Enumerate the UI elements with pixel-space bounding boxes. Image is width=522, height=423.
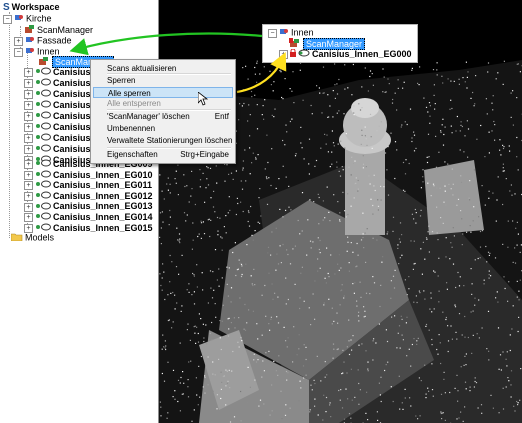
menu-item-shortcut: Strg+Eingabe bbox=[180, 150, 229, 159]
yellow-arrow bbox=[236, 52, 287, 94]
green-arrow bbox=[69, 32, 263, 56]
menu-item-7[interactable]: Eigenschaften Strg+Eingabe bbox=[93, 149, 233, 160]
menu-item-label: Sperren bbox=[107, 76, 136, 85]
menu-item-label: 'ScanManager' löschen bbox=[107, 112, 190, 121]
menu-item-6[interactable]: Verwaltete Stationierungen löschen bbox=[93, 135, 233, 146]
mouse-cursor-icon bbox=[198, 92, 208, 106]
menu-item-shortcut: Entf bbox=[214, 112, 229, 121]
menu-item-label: Alle entsperren bbox=[107, 99, 161, 108]
menu-item-4[interactable]: 'ScanManager' löschen Entf bbox=[93, 111, 233, 122]
menu-item-3: Alle entsperren bbox=[93, 98, 233, 109]
menu-item-0[interactable]: Scans aktualisieren bbox=[93, 63, 233, 74]
menu-item-label: Scans aktualisieren bbox=[107, 64, 177, 73]
menu-item-label: Umbenennen bbox=[107, 124, 156, 133]
menu-item-label: Eigenschaften bbox=[107, 150, 158, 159]
menu-item-5[interactable]: Umbenennen bbox=[93, 123, 233, 134]
menu-item-label: Verwaltete Stationierungen löschen bbox=[107, 136, 233, 145]
context-menu: Scans aktualisieren Sperren Alle sperren Al… bbox=[90, 59, 236, 164]
menu-item-1[interactable]: Sperren bbox=[93, 75, 233, 86]
menu-item-2[interactable]: Alle sperren bbox=[93, 87, 233, 98]
annotation-arrows bbox=[69, 32, 287, 94]
